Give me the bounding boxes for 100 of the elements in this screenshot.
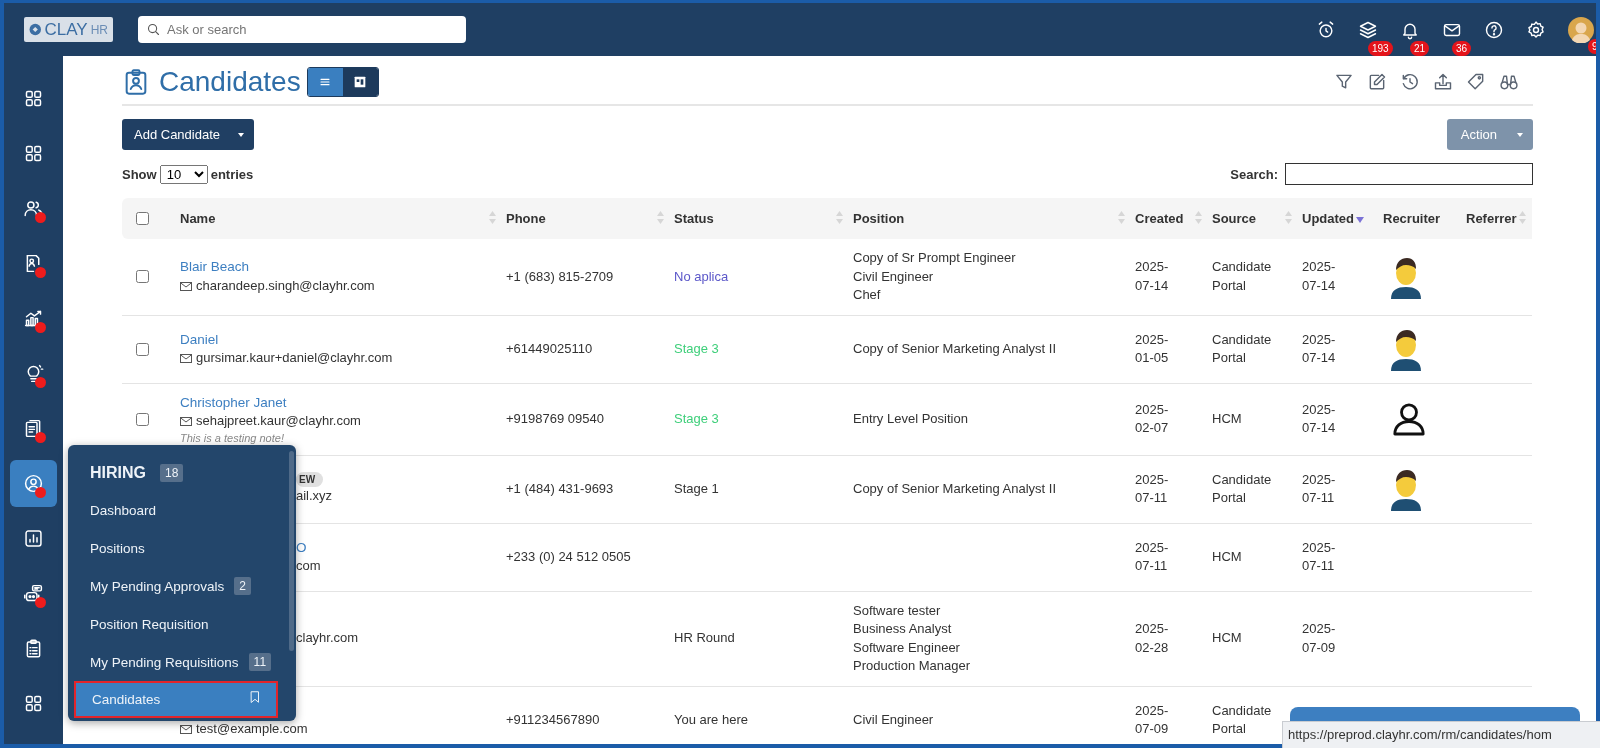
- search-icon: [146, 22, 161, 37]
- phone-text: +61449025110: [506, 339, 594, 358]
- sort-descending-icon[interactable]: [1356, 217, 1364, 223]
- phone-text: +1 (484) 431-9693: [506, 479, 615, 498]
- date-text: 2025- 07-09: [1302, 620, 1337, 657]
- board-view-button[interactable]: [342, 68, 378, 96]
- filter-icon: [1334, 72, 1354, 92]
- column-header[interactable]: Status: [674, 198, 853, 239]
- candidate-link[interactable]: Daniel: [180, 330, 498, 349]
- phone-text: +9198769 09540: [506, 409, 605, 428]
- filter-button[interactable]: [1334, 72, 1354, 92]
- count-badge: 18: [160, 464, 184, 482]
- menu-item[interactable]: Dashboard: [74, 491, 278, 529]
- position-text: Entry Level Position: [853, 409, 969, 428]
- logo-suffix: HR: [90, 22, 108, 37]
- logo[interactable]: CLAY HR: [24, 17, 113, 42]
- avatar-icon: [1389, 467, 1423, 511]
- candidate-email: gursimar.kaur+daniel@clayhr.com: [196, 349, 393, 367]
- entries-select[interactable]: 10: [159, 164, 208, 184]
- source-text: Candidate Portal: [1212, 258, 1273, 295]
- checkbox[interactable]: [136, 412, 149, 426]
- position-text: Business Analyst: [853, 620, 953, 638]
- alarm-clock-button[interactable]: [1316, 19, 1336, 40]
- binoculars-icon: [1499, 72, 1519, 92]
- position-text: Production Manager: [853, 657, 972, 675]
- scrollbar-thumb[interactable]: [289, 451, 294, 651]
- edit-icon: [1367, 72, 1387, 92]
- count-badge: 2: [234, 577, 251, 595]
- sidebar-button[interactable]: [10, 460, 57, 507]
- entries-label: entries: [210, 166, 254, 182]
- status-text: Stage 3: [674, 339, 720, 358]
- date-text: 2025- 02-28: [1135, 620, 1170, 657]
- count-badge: 21: [1410, 40, 1430, 56]
- source-text: HCM: [1212, 547, 1243, 566]
- column-header[interactable]: Recruiter: [1383, 198, 1466, 239]
- layers-button[interactable]: [1358, 19, 1378, 40]
- tag-button[interactable]: [1466, 72, 1486, 92]
- menu-item[interactable]: Positions: [74, 529, 278, 567]
- checkbox[interactable]: [136, 270, 149, 284]
- candidate-email: com: [296, 557, 322, 575]
- bookmark-icon[interactable]: [248, 690, 262, 704]
- checkbox[interactable]: [136, 212, 149, 225]
- history-button[interactable]: [1400, 72, 1420, 92]
- grid-icon: [23, 693, 44, 714]
- search-field[interactable]: [1285, 163, 1533, 185]
- checkbox[interactable]: [136, 342, 149, 356]
- person-circle-icon: [23, 473, 44, 494]
- menu-item[interactable]: Candidates: [74, 681, 278, 718]
- candidate-link[interactable]: Blair Beach: [180, 258, 498, 277]
- phone-text: +1 (683) 815-2709: [506, 267, 615, 286]
- menu-heading: HIRING: [90, 464, 146, 482]
- menu-item[interactable]: My Pending Approvals 2: [74, 567, 278, 605]
- column-header[interactable]: Phone: [506, 198, 674, 239]
- column-header[interactable]: Updated: [1302, 198, 1383, 239]
- position-text: Civil Engineer: [853, 710, 935, 729]
- add-candidate-button[interactable]: Add Candidate: [122, 119, 254, 150]
- menu-item[interactable]: Position Requisition: [74, 605, 278, 643]
- count-badge: 193: [1368, 40, 1393, 56]
- menu-item[interactable]: My Pending Requisitions 11: [74, 643, 278, 681]
- caret-icon: [238, 132, 244, 137]
- history-icon: [1400, 72, 1420, 92]
- count-badge: 36: [1452, 40, 1472, 56]
- help-button[interactable]: [1484, 19, 1504, 40]
- avatar-icon: [1389, 327, 1423, 371]
- new-tag: EW: [296, 472, 324, 488]
- candidate-email: sehajpreet.kaur@clayhr.com: [196, 412, 361, 430]
- tag-icon: [1466, 72, 1486, 92]
- date-text: 2025- 07-11: [1135, 538, 1170, 575]
- column-header[interactable]: Position: [853, 198, 1135, 239]
- position-text: Copy of Senior Marketing Analyst II: [853, 479, 1058, 498]
- status-text: Stage 3: [674, 409, 720, 428]
- column-header[interactable]: Created: [1135, 198, 1212, 239]
- people-icon: [23, 198, 44, 219]
- avatar-icon[interactable]: [1568, 16, 1594, 43]
- binoculars-button[interactable]: [1499, 72, 1519, 92]
- date-text: 2025- 07-11: [1135, 470, 1170, 507]
- status-text: HR Round: [674, 629, 736, 648]
- envelope-icon: [180, 281, 192, 291]
- list-view-button[interactable]: [307, 68, 343, 96]
- help-icon: [1484, 19, 1504, 40]
- grid-icon: [23, 88, 44, 109]
- envelope-icon: [180, 353, 192, 363]
- settings-button[interactable]: [1526, 19, 1546, 40]
- edit-button[interactable]: [1367, 72, 1387, 92]
- column-header[interactable]: Referrer: [1466, 198, 1532, 239]
- position-text: Software tester: [853, 601, 942, 620]
- position-text: Chef: [853, 286, 882, 304]
- upload-icon: [1433, 72, 1453, 92]
- candidate-email: test@example.com: [196, 720, 308, 738]
- phone-text: +911234567890: [506, 710, 601, 729]
- upload-button[interactable]: [1433, 72, 1453, 92]
- candidate-link[interactable]: Christopher Janet: [180, 393, 498, 412]
- column-header[interactable]: Source: [1212, 198, 1302, 239]
- search-field[interactable]: Ask or search: [138, 16, 466, 43]
- column-header[interactable]: Name: [180, 198, 506, 239]
- layers-icon: [1358, 19, 1378, 40]
- candidate-link[interactable]: O: [296, 538, 498, 557]
- position-text: Software Engineer: [853, 638, 961, 657]
- bar-chart-icon: [23, 528, 44, 549]
- logo-mark-icon: [29, 23, 42, 36]
